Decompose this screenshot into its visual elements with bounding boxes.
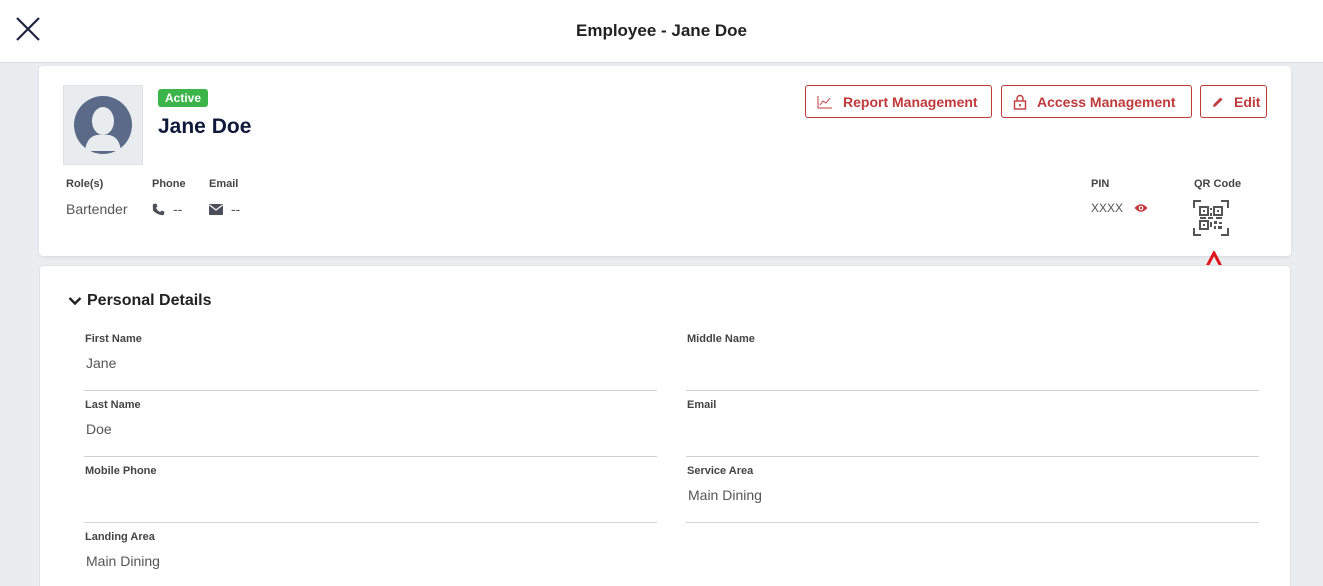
chart-icon: [817, 95, 832, 108]
phone-value: --: [152, 201, 182, 217]
field-label: First Name: [85, 333, 142, 345]
personal-details-card: Personal Details First Name Jane Middle …: [39, 265, 1291, 586]
edit-button[interactable]: Edit: [1200, 85, 1267, 118]
pin-value: XXXX: [1091, 201, 1148, 215]
field-middle-name: Middle Name: [686, 333, 1259, 391]
field-first-name: First Name Jane: [84, 333, 657, 391]
field-value: Doe: [86, 421, 112, 437]
field-landing-area: Landing Area Main Dining: [84, 531, 657, 586]
status-badge: Active: [158, 89, 209, 107]
field-email: Email: [686, 399, 1259, 457]
field-label: Email: [687, 399, 717, 411]
role-value: Bartender: [66, 201, 127, 217]
access-management-label: Access Management: [1037, 93, 1176, 110]
personal-details-toggle[interactable]: Personal Details: [68, 292, 212, 310]
edit-label: Edit: [1234, 93, 1261, 110]
phone-icon: [152, 203, 165, 215]
field-value: Main Dining: [86, 553, 160, 569]
pin-label: PIN: [1091, 178, 1110, 190]
field-label: Landing Area: [85, 531, 155, 543]
eye-icon[interactable]: [1134, 203, 1148, 213]
field-last-name: Last Name Doe: [84, 399, 657, 457]
field-label: Middle Name: [687, 333, 755, 345]
field-value: Jane: [86, 355, 117, 371]
role-text: Bartender: [66, 201, 128, 217]
field-service-area: Service Area Main Dining: [686, 465, 1259, 523]
field-label: Mobile Phone: [85, 465, 157, 477]
access-management-button[interactable]: Access Management: [1001, 85, 1192, 118]
user-avatar-icon: [74, 96, 132, 154]
field-value: Main Dining: [688, 487, 762, 503]
phone-label: Phone: [152, 178, 186, 190]
pencil-icon: [1213, 97, 1223, 107]
field-mobile-phone: Mobile Phone: [84, 465, 657, 523]
field-label: Last Name: [85, 399, 141, 411]
phone-text: --: [173, 201, 183, 217]
qr-code-label: QR Code: [1194, 178, 1242, 190]
chevron-down-icon: [68, 297, 82, 306]
employee-summary-card: Active Jane Doe Report Management Access…: [39, 66, 1291, 256]
email-label: Email: [209, 178, 239, 190]
employee-name: Jane Doe: [158, 115, 252, 138]
field-label: Service Area: [687, 465, 754, 477]
top-bar: Employee - Jane Doe: [0, 0, 1323, 63]
report-management-label: Report Management: [843, 93, 978, 110]
page-title: Employee - Jane Doe: [575, 21, 747, 40]
lock-icon: [1013, 94, 1027, 110]
email-text: --: [231, 201, 241, 217]
pin-text: XXXX: [1091, 201, 1124, 215]
envelope-icon: [209, 203, 223, 215]
role-label: Role(s): [66, 178, 104, 190]
section-title: Personal Details: [87, 292, 212, 309]
qr-code-icon[interactable]: [1193, 200, 1229, 236]
avatar: [63, 85, 143, 165]
report-management-button[interactable]: Report Management: [805, 85, 992, 118]
email-value: --: [209, 201, 240, 217]
